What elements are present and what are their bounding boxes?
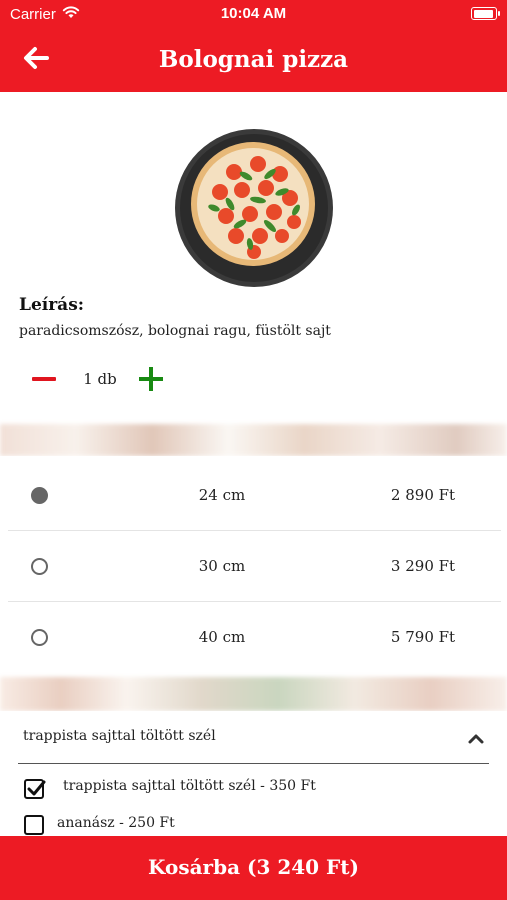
minus-icon[interactable]	[32, 366, 58, 392]
size-price: 3 290 Ft	[390, 557, 456, 575]
extra-option-label: trappista sajttal töltött szél - 350 Ft	[63, 778, 316, 794]
size-label: 40 cm	[198, 628, 246, 646]
size-option-40cm[interactable]: 40 cm 5 790 Ft	[8, 601, 501, 673]
size-option-30cm[interactable]: 30 cm 3 290 Ft	[8, 530, 501, 602]
add-to-cart-button[interactable]: Kosárba (3 240 Ft)	[0, 836, 507, 900]
description-title: Leírás:	[19, 295, 85, 315]
radio-icon[interactable]	[31, 558, 48, 575]
battery-icon	[471, 7, 500, 20]
extra-checkbox-checked[interactable]	[24, 779, 46, 799]
extras-title: trappista sajttal töltött szél	[23, 728, 216, 744]
size-label: 30 cm	[198, 557, 246, 575]
nav-bar: Bolognai pizza	[0, 28, 507, 92]
size-price: 2 890 Ft	[390, 486, 456, 504]
radio-selected-icon[interactable]	[31, 487, 48, 504]
add-to-cart-label: Kosárba (3 240 Ft)	[148, 855, 359, 879]
extras-header[interactable]: trappista sajttal töltött szél	[0, 711, 507, 765]
plus-icon[interactable]	[139, 366, 165, 392]
extras-panel: trappista sajttal töltött szél trappista…	[0, 711, 507, 836]
description-text: paradicsomszósz, bolognai ragu, füstölt …	[19, 323, 331, 339]
size-list: 24 cm 2 890 Ft 30 cm 3 290 Ft 40 cm 5 79…	[0, 456, 507, 677]
radio-icon[interactable]	[31, 629, 48, 646]
extra-checkbox[interactable]	[24, 815, 44, 835]
page-title: Bolognai pizza	[158, 46, 349, 73]
quantity-value: 1 db	[83, 370, 117, 388]
size-label: 24 cm	[198, 486, 246, 504]
background-image-strip	[0, 424, 507, 456]
size-price: 5 790 Ft	[390, 628, 456, 646]
pizza-image	[174, 128, 334, 288]
chevron-up-icon[interactable]	[465, 728, 487, 750]
extra-option-label: ananász - 250 Ft	[57, 815, 175, 831]
size-option-24cm[interactable]: 24 cm 2 890 Ft	[8, 459, 501, 531]
background-image-strip	[0, 677, 507, 711]
status-time: 10:04 AM	[220, 5, 287, 22]
status-bar: Carrier 10:04 AM	[0, 0, 507, 28]
checkmark-icon	[27, 780, 46, 796]
divider	[18, 763, 489, 764]
